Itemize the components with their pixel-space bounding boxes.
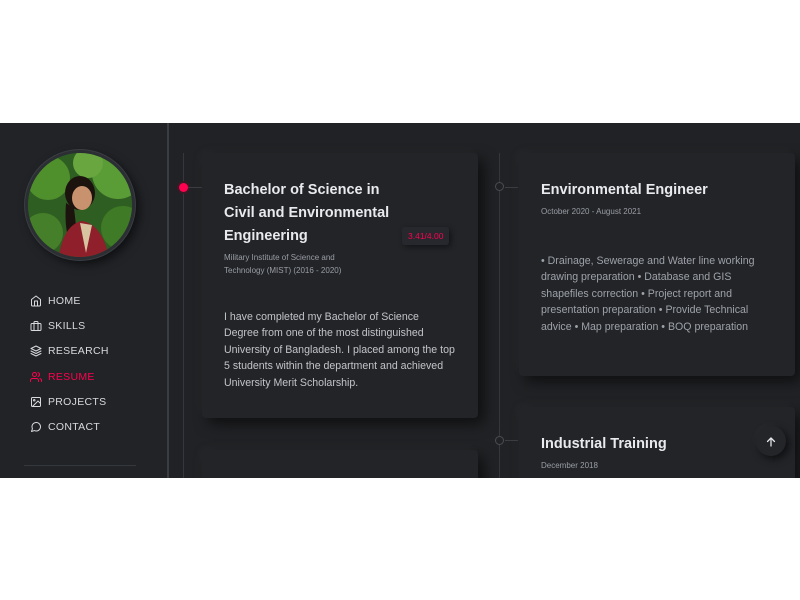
- experience-date: December 2018: [541, 461, 598, 470]
- layers-icon: [30, 345, 42, 357]
- nav-item-contact[interactable]: CONTACT: [30, 414, 109, 439]
- education-description: I have completed my Bachelor of Science …: [224, 311, 455, 389]
- nav-item-skills[interactable]: SKILLS: [30, 313, 109, 338]
- education-timeline-dot: [179, 183, 188, 192]
- education-card-next: [202, 450, 478, 478]
- sidebar-divider: [24, 465, 136, 466]
- nav-item-label: PROJECTS: [48, 395, 107, 408]
- education-timeline-tick: [188, 187, 202, 188]
- nav-item-label: RESEARCH: [48, 345, 109, 358]
- experience-timeline-dot: [495, 436, 504, 445]
- experience-timeline-tick: [505, 187, 518, 188]
- experience-timeline-dot: [495, 182, 504, 191]
- home-icon: [30, 295, 42, 307]
- avatar: [25, 150, 135, 260]
- education-title-line: Bachelor of Science in: [224, 182, 380, 198]
- institution-line: Military Institute of Science and: [224, 253, 335, 262]
- nav-item-projects[interactable]: PROJECTS: [30, 389, 109, 414]
- scroll-top-button[interactable]: [756, 426, 786, 456]
- resume-section: HOME SKILLS RESEARCH RESUME PROJECTS CON…: [0, 123, 800, 478]
- briefcase-icon: [30, 320, 42, 332]
- nav-item-label: HOME: [48, 294, 81, 307]
- nav-item-research[interactable]: RESEARCH: [30, 339, 109, 364]
- experience-date: October 2020 - August 2021: [541, 207, 642, 216]
- experience-title: Environmental Engineer: [541, 182, 708, 198]
- education-card: Bachelor of Science in Civil and Environ…: [202, 153, 478, 418]
- main-nav: HOME SKILLS RESEARCH RESUME PROJECTS CON…: [30, 288, 109, 440]
- message-circle-icon: [30, 421, 42, 433]
- education-timeline-line: [183, 153, 184, 478]
- nav-item-label: RESUME: [48, 370, 95, 383]
- nav-item-label: CONTACT: [48, 421, 101, 434]
- education-title-line: Civil and Environmental: [224, 205, 390, 221]
- nav-item-resume[interactable]: RESUME: [30, 364, 109, 389]
- experience-title: Industrial Training: [541, 436, 667, 452]
- experience-timeline-tick: [505, 440, 518, 441]
- users-icon: [30, 371, 42, 383]
- image-icon: [30, 396, 42, 408]
- nav-item-label: SKILLS: [48, 319, 86, 332]
- sidebar: HOME SKILLS RESEARCH RESUME PROJECTS CON…: [0, 123, 169, 478]
- institution-line: Technology (MIST) (2016 - 2020): [224, 265, 342, 275]
- experience-description: • Drainage, Sewerage and Water line work…: [541, 255, 755, 333]
- experience-timeline-line: [499, 153, 500, 478]
- experience-card: Industrial Training December 2018: [519, 407, 795, 478]
- grade-badge: 3.41/4.00: [402, 227, 450, 245]
- arrow-up-icon: [765, 435, 777, 447]
- education-title: Bachelor of Science in Civil and Environ…: [224, 179, 389, 248]
- education-title-line: Engineering: [224, 228, 308, 244]
- experience-card: Environmental Engineer October 2020 - Au…: [519, 153, 795, 376]
- nav-item-home[interactable]: HOME: [30, 288, 109, 313]
- education-institution: Military Institute of Science and Techno…: [224, 252, 341, 277]
